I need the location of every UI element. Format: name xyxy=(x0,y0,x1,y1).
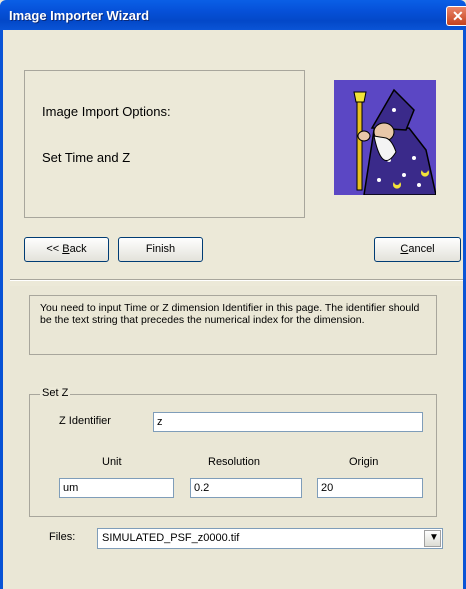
origin-label: Origin xyxy=(349,456,379,468)
cancel-button[interactable]: Cancel xyxy=(374,237,461,262)
finish-button[interactable]: Finish xyxy=(118,237,203,262)
back-button[interactable]: << Back xyxy=(24,237,109,262)
files-select[interactable]: SIMULATED_PSF_z0000.tif ▼ xyxy=(97,528,443,549)
back-button-rest: ack xyxy=(69,243,87,255)
info-box: You need to input Time or Z dimension Id… xyxy=(29,295,437,355)
close-button[interactable]: ✕ xyxy=(446,6,466,26)
window-title: Image Importer Wizard xyxy=(9,8,150,23)
files-dropdown-button[interactable]: ▼ xyxy=(424,530,441,547)
files-selected-value: SIMULATED_PSF_z0000.tif xyxy=(102,532,240,544)
z-identifier-input[interactable]: z xyxy=(153,412,423,432)
unit-input[interactable]: um xyxy=(59,478,174,498)
back-button-prefix: << xyxy=(46,243,63,255)
close-icon: ✕ xyxy=(452,8,464,24)
set-z-legend: Set Z xyxy=(40,387,71,399)
cancel-button-rest: ancel xyxy=(408,243,435,255)
wizard-image xyxy=(334,80,436,195)
origin-input[interactable]: 20 xyxy=(317,478,423,498)
resolution-label: Resolution xyxy=(208,456,260,468)
chevron-down-icon: ▼ xyxy=(429,532,439,543)
back-button-accel: B xyxy=(62,243,70,255)
header-subtitle: Set Time and Z xyxy=(42,150,131,165)
unit-label: Unit xyxy=(102,456,122,468)
wizard-illustration xyxy=(334,80,436,195)
title-bar: Image Importer Wizard ✕ xyxy=(0,0,466,30)
window-border-left xyxy=(0,30,3,589)
files-label: Files: xyxy=(49,531,76,543)
header-panel xyxy=(24,70,305,218)
z-identifier-label: Z Identifier xyxy=(59,415,111,427)
info-text: You need to input Time or Z dimension Id… xyxy=(40,302,420,326)
header-title: Image Import Options: xyxy=(42,104,171,119)
section-divider-highlight xyxy=(10,280,463,281)
resolution-input[interactable]: 0.2 xyxy=(190,478,302,498)
